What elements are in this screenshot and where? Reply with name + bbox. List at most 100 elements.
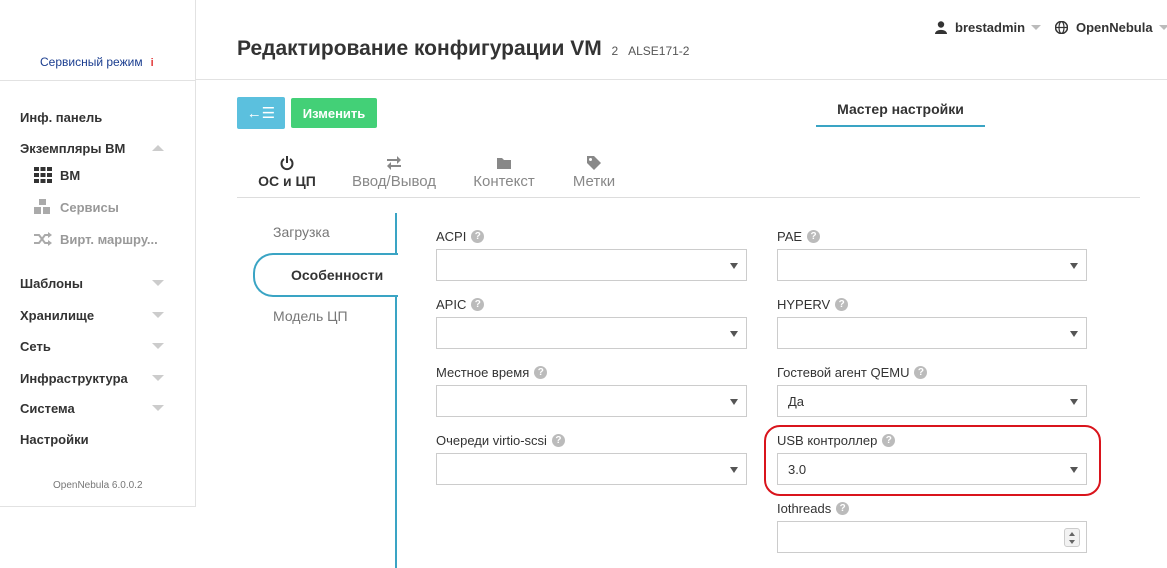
help-icon[interactable]: ?: [534, 366, 548, 379]
dropdown-arrow-icon: [1070, 399, 1078, 405]
field-label: Очереди virtio-scsi: [436, 433, 547, 448]
tab-io[interactable]: Ввод/Вывод: [346, 155, 442, 190]
apply-button[interactable]: Изменить: [291, 98, 377, 128]
exchange-icon: [387, 156, 401, 170]
sidebar-divider: [0, 80, 196, 81]
vtab-cpu-model[interactable]: Модель ЦП: [273, 308, 348, 324]
sidebar-item-settings[interactable]: Настройки: [20, 432, 89, 447]
vtab-boot[interactable]: Загрузка: [273, 224, 330, 240]
sidebar-subitem-services[interactable]: Сервисы: [34, 199, 119, 215]
sidebar-item-label: Экземпляры ВМ: [20, 141, 126, 156]
help-icon[interactable]: ?: [836, 502, 850, 515]
spinner-down-icon[interactable]: [1069, 540, 1075, 544]
iothreads-input[interactable]: [777, 521, 1087, 553]
zone-menu[interactable]: OpenNebula: [1055, 20, 1167, 35]
hyperv-label: HYPERV?: [777, 297, 849, 312]
sidebar-subitem-virtual-routers[interactable]: Вирт. маршру...: [34, 231, 158, 247]
sidebar-subitem-label: Сервисы: [60, 199, 119, 215]
apic-label: APIC?: [436, 297, 485, 312]
usb-controller-select[interactable]: 3.0: [777, 453, 1087, 485]
version-label: OpenNebula 6.0.0.2: [53, 480, 143, 491]
tab-os-cpu[interactable]: ОС и ЦП: [252, 155, 322, 189]
sidebar-subitem-vms[interactable]: ВМ: [34, 167, 80, 183]
help-icon[interactable]: ?: [551, 434, 565, 447]
field-label: USB контроллер: [777, 433, 878, 448]
sidebar-item-storage[interactable]: Хранилище: [20, 308, 164, 323]
tabs-divider: [237, 197, 1140, 198]
help-icon[interactable]: ?: [835, 298, 849, 311]
apic-select[interactable]: [436, 317, 747, 349]
field-label: Местное время: [436, 365, 530, 380]
vtab-line: [395, 213, 397, 255]
chevron-down-icon: [152, 375, 164, 381]
service-mode-link[interactable]: Сервисный режим i: [40, 55, 154, 69]
tab-label: Контекст: [473, 173, 535, 190]
hyperv-select[interactable]: [777, 317, 1087, 349]
tab-label: ОС и ЦП: [258, 173, 316, 189]
help-icon[interactable]: ?: [882, 434, 896, 447]
localtime-select[interactable]: [436, 385, 747, 417]
chevron-down-icon: [152, 280, 164, 286]
user-menu[interactable]: brestadmin: [935, 20, 1042, 35]
zone-name: OpenNebula: [1076, 20, 1153, 35]
qemu-agent-select[interactable]: Да: [777, 385, 1087, 417]
iothreads-label: Iothreads?: [777, 501, 850, 516]
tab-wizard[interactable]: Мастер настройки: [816, 101, 985, 127]
vm-id: 2: [611, 44, 619, 58]
chevron-down-icon: [1031, 25, 1042, 30]
tab-label: Ввод/Вывод: [351, 173, 437, 190]
sidebar-item-dashboard[interactable]: Инф. панель: [20, 110, 102, 125]
chevron-down-icon: [152, 405, 164, 411]
sidebar-subitem-label: ВМ: [60, 167, 81, 183]
page-title-text: Редактирование конфигурации VM: [237, 37, 602, 60]
help-icon[interactable]: ?: [914, 366, 928, 379]
sidebar-item-templates[interactable]: Шаблоны: [20, 276, 164, 291]
sidebar-item-label: Хранилище: [20, 308, 95, 323]
sidebar-item-network[interactable]: Сеть: [20, 339, 164, 354]
chevron-down-icon: [152, 343, 164, 349]
page-title: Редактирование конфигурации VM 2 ALSE171…: [237, 37, 689, 61]
sidebar-item-vm-instances[interactable]: Экземпляры ВМ: [20, 141, 164, 156]
sidebar-subitem-label: Вирт. маршру...: [60, 231, 158, 247]
user-name: brestadmin: [955, 20, 1026, 35]
sidebar-item-label: Настройки: [20, 432, 89, 447]
pae-label: PAE?: [777, 229, 821, 244]
tag-icon: [587, 156, 601, 170]
dropdown-arrow-icon: [730, 399, 738, 405]
back-button[interactable]: ←☰: [237, 97, 285, 129]
service-mode-label[interactable]: Сервисный режим: [40, 55, 143, 69]
usb-controller-label: USB контроллер?: [777, 433, 896, 448]
localtime-label: Местное время?: [436, 365, 548, 380]
globe-icon: [1055, 21, 1068, 34]
vm-name: ALSE171-2: [628, 44, 690, 58]
field-label: Гостевой агент QEMU: [777, 365, 910, 380]
tab-context[interactable]: Контекст: [468, 155, 540, 190]
spinner-up-icon[interactable]: [1069, 532, 1075, 536]
help-icon[interactable]: ?: [807, 230, 821, 243]
dropdown-arrow-icon: [730, 331, 738, 337]
select-value: 3.0: [788, 461, 807, 477]
virtio-scsi-select[interactable]: [436, 453, 747, 485]
info-icon[interactable]: i: [151, 57, 154, 69]
help-icon[interactable]: ?: [471, 298, 485, 311]
sidebar-item-label: Система: [20, 401, 75, 416]
tab-tags[interactable]: Метки: [565, 155, 623, 190]
sidebar-item-infrastructure[interactable]: Инфраструктура: [20, 371, 164, 386]
chevron-down-icon: [152, 312, 164, 318]
acpi-select[interactable]: [436, 249, 747, 281]
back-list-icon: ←☰: [246, 105, 276, 122]
field-label: HYPERV: [777, 297, 831, 312]
field-label: ACPI: [436, 229, 467, 244]
acpi-label: ACPI?: [436, 229, 485, 244]
pae-select[interactable]: [777, 249, 1087, 281]
dropdown-arrow-icon: [1070, 331, 1078, 337]
help-icon[interactable]: ?: [471, 230, 485, 243]
dropdown-arrow-icon: [1070, 263, 1078, 269]
sidebar-item-label: Шаблоны: [20, 276, 83, 291]
chevron-down-icon: [1158, 25, 1167, 30]
sidebar-item-system[interactable]: Система: [20, 401, 164, 416]
number-spinner[interactable]: [1064, 528, 1080, 547]
vtab-features[interactable]: Особенности: [253, 253, 398, 297]
dropdown-arrow-icon: [730, 263, 738, 269]
sidebar-item-label: Инф. панель: [20, 110, 103, 125]
